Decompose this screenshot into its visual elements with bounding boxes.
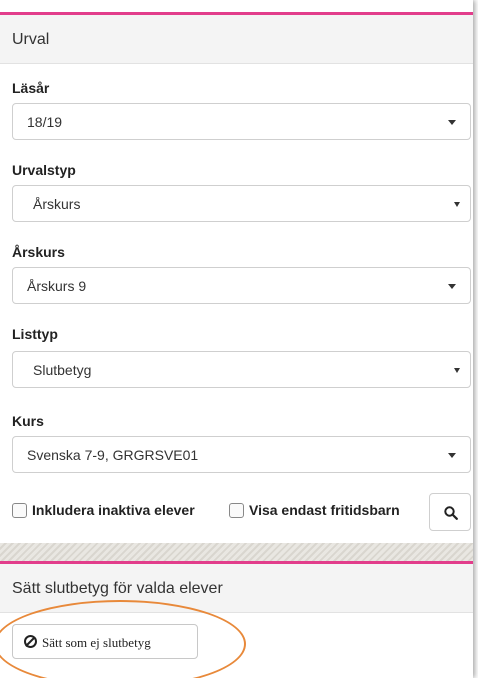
lasar-select[interactable]: 18/19 bbox=[12, 103, 471, 140]
section-divider bbox=[0, 543, 473, 561]
search-button[interactable] bbox=[429, 493, 471, 531]
listtyp-value: Slutbetyg bbox=[33, 362, 92, 378]
set-not-final-grade-label: Sätt som ej slutbetyg bbox=[42, 635, 151, 650]
include-inactive-checkbox[interactable] bbox=[12, 503, 27, 518]
listtyp-label: Listtyp bbox=[12, 326, 58, 342]
search-icon bbox=[444, 506, 458, 520]
chevron-down-icon bbox=[454, 202, 460, 207]
only-fritids-label[interactable]: Visa endast fritidsbarn bbox=[249, 502, 400, 518]
slutbetyg-header: Sätt slutbetyg för valda elever bbox=[0, 564, 473, 613]
panel-title: Urval bbox=[12, 31, 50, 48]
arskurs-select[interactable]: Årskurs 9 bbox=[12, 267, 471, 304]
slutbetyg-title: Sätt slutbetyg för valda elever bbox=[12, 580, 223, 597]
urvalstyp-select[interactable]: Årskurs bbox=[12, 185, 471, 222]
kurs-value: Svenska 7-9, GRGRSVE01 bbox=[27, 447, 199, 463]
arskurs-label: Årskurs bbox=[12, 244, 65, 260]
include-inactive-label[interactable]: Inkludera inaktiva elever bbox=[32, 502, 195, 518]
urvalstyp-value: Årskurs bbox=[33, 196, 81, 212]
chevron-down-icon bbox=[448, 284, 456, 289]
urvalstyp-label: Urvalstyp bbox=[12, 162, 76, 178]
kurs-label: Kurs bbox=[12, 413, 44, 429]
set-not-final-grade-button[interactable]: Sätt som ej slutbetyg bbox=[12, 624, 198, 659]
arskurs-value: Årskurs 9 bbox=[27, 278, 87, 294]
panel-header: Urval bbox=[0, 15, 473, 64]
kurs-select[interactable]: Svenska 7-9, GRGRSVE01 bbox=[12, 436, 471, 473]
chevron-down-icon bbox=[454, 368, 460, 373]
lasar-label: Läsår bbox=[12, 80, 50, 96]
ban-icon bbox=[24, 635, 37, 648]
listtyp-select[interactable]: Slutbetyg bbox=[12, 351, 471, 388]
only-fritids-checkbox[interactable] bbox=[229, 503, 244, 518]
chevron-down-icon bbox=[448, 453, 456, 458]
chevron-down-icon bbox=[448, 120, 456, 125]
lasar-value: 18/19 bbox=[27, 114, 63, 130]
urval-panel: Urval Läsår 18/19 Urvalstyp Årskurs Årsk… bbox=[0, 0, 473, 678]
